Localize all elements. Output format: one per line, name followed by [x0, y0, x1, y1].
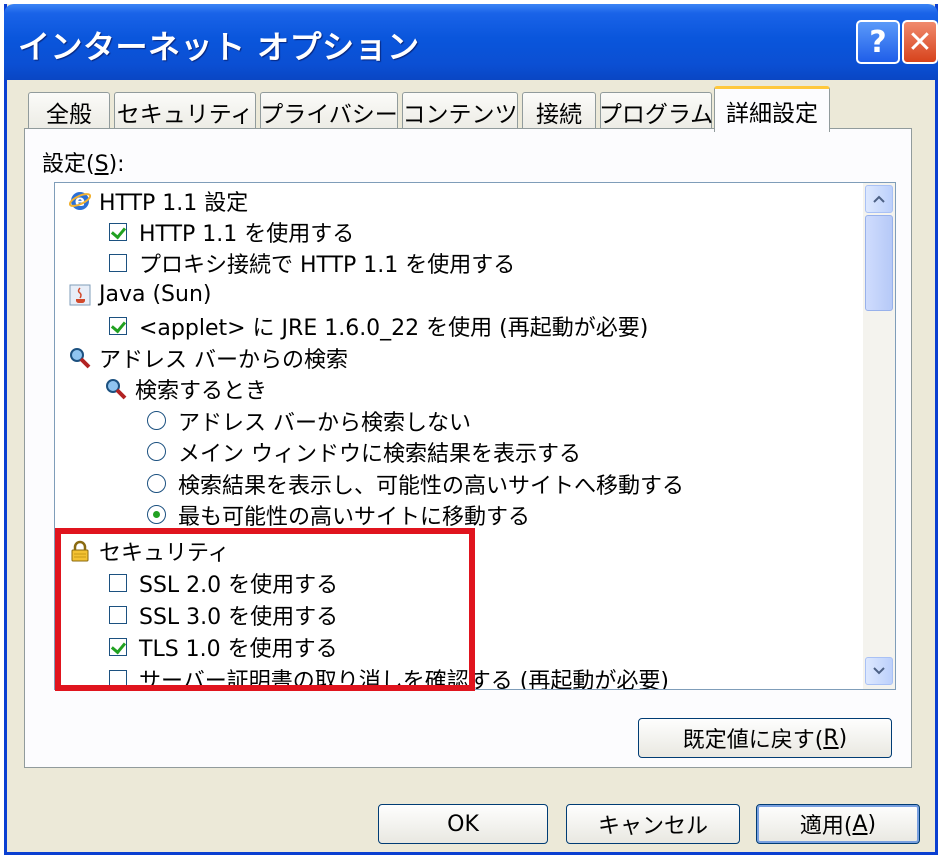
title-bar: インターネット オプション ? ✕	[4, 4, 938, 80]
checkbox[interactable]	[109, 573, 127, 592]
list-item-http11-use[interactable]: HTTP 1.1 を使用する	[109, 216, 354, 247]
list-item-search-category: アドレス バーからの検索	[69, 342, 348, 373]
window-title: インターネット オプション	[18, 28, 420, 66]
ok-button[interactable]: OK	[378, 804, 548, 844]
scroll-up-button[interactable]	[865, 185, 893, 213]
checkbox[interactable]	[109, 605, 127, 624]
radio-button[interactable]	[147, 474, 166, 493]
search-icon	[69, 347, 91, 369]
list-item-java-category: Java (Sun)	[69, 279, 211, 310]
list-item-http11-category: e HTTP 1.1 設定	[69, 185, 248, 216]
close-button[interactable]: ✕	[902, 20, 938, 64]
settings-list[interactable]: e HTTP 1.1 設定 HTTP 1.1 を使用する プロキシ接続で HTT…	[54, 182, 896, 690]
settings-label: 設定(S):	[42, 152, 125, 177]
list-item-when-searching: 検索するとき	[105, 373, 267, 404]
restore-defaults-button[interactable]: 既定値に戻す(R)	[638, 718, 892, 758]
checkbox[interactable]	[109, 316, 127, 335]
radio-button[interactable]	[147, 442, 166, 461]
tab-programs[interactable]: プログラム	[599, 92, 713, 130]
tab-general[interactable]: 全般	[28, 92, 110, 130]
list-item-radio-no-search[interactable]: アドレス バーから検索しない	[147, 405, 471, 436]
tab-connections[interactable]: 接続	[522, 92, 596, 130]
list-item-http11-proxy[interactable]: プロキシ接続で HTTP 1.1 を使用する	[109, 247, 515, 278]
checkbox[interactable]	[109, 222, 127, 241]
tab-privacy[interactable]: プライバシー	[260, 92, 398, 130]
list-item-radio-show-results[interactable]: メイン ウィンドウに検索結果を表示する	[147, 436, 581, 467]
list-item-radio-show-and-go[interactable]: 検索結果を表示し、可能性の高いサイトへ移動する	[147, 468, 684, 499]
scroll-thumb[interactable]	[865, 215, 893, 311]
search-icon	[105, 378, 127, 400]
help-button[interactable]: ?	[856, 20, 900, 64]
radio-button[interactable]	[147, 505, 166, 524]
tab-advanced[interactable]: 詳細設定	[714, 86, 830, 132]
list-item-ssl20[interactable]: SSL 2.0 を使用する	[109, 567, 338, 598]
apply-button[interactable]: 適用(A)	[756, 804, 920, 844]
list-item-radio-go-to-likely[interactable]: 最も可能性の高いサイトに移動する	[147, 499, 530, 530]
tab-content[interactable]: コンテンツ	[402, 92, 518, 130]
vertical-scrollbar[interactable]	[863, 183, 895, 689]
checkbox[interactable]	[109, 669, 127, 688]
checkbox[interactable]	[109, 253, 127, 272]
scroll-down-button[interactable]	[865, 657, 893, 685]
list-item-cert-revocation[interactable]: サーバー証明書の取り消しを確認する (再起動が必要)	[109, 663, 669, 689]
radio-button[interactable]	[147, 411, 166, 430]
cancel-button[interactable]: キャンセル	[566, 804, 740, 844]
checkbox[interactable]	[109, 637, 127, 656]
list-item-java-applet[interactable]: <applet> に JRE 1.6.0_22 を使用 (再起動が必要)	[109, 310, 648, 341]
list-item-ssl30[interactable]: SSL 3.0 を使用する	[109, 599, 338, 630]
lock-icon	[69, 540, 91, 562]
list-item-tls10[interactable]: TLS 1.0 を使用する	[109, 631, 338, 662]
list-item-security-category: セキュリティ	[69, 535, 230, 566]
ie-icon: e	[69, 190, 91, 212]
java-icon	[69, 284, 91, 306]
tab-security[interactable]: セキュリティ	[114, 92, 256, 130]
